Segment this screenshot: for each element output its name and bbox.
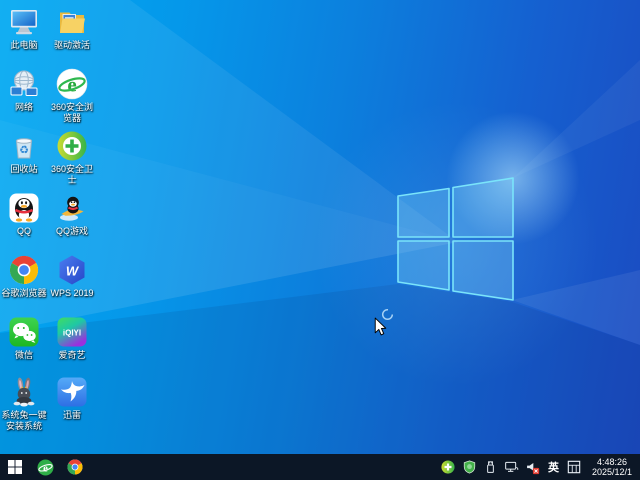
desktop-icon-qq-games[interactable]: QQ游戏	[48, 192, 96, 237]
desktop-icon-label: QQ游戏	[55, 226, 88, 236]
tray-usb-device[interactable]	[482, 456, 499, 478]
system-tray: 英 4:48:26 2025/12/1	[440, 454, 640, 480]
ime-language-indicator[interactable]: 英	[545, 459, 562, 475]
tray-volume-muted[interactable]	[524, 456, 541, 478]
desktop-icon-label: 网络	[14, 102, 33, 112]
360-browser-icon: e	[56, 68, 88, 100]
tray-security-shield[interactable]	[461, 456, 478, 478]
network-display-icon	[505, 461, 519, 472]
desktop-icon-iqiyi[interactable]: iQIYI 爱奇艺	[48, 316, 96, 361]
desktop-icon-system-rabbit[interactable]: 系统兔一键安装系统	[0, 376, 48, 432]
desktop-icon-label: 回收站	[10, 164, 38, 174]
taskbar-clock[interactable]: 4:48:26 2025/12/1	[587, 457, 637, 478]
qq-games-icon	[56, 192, 88, 224]
driver-activation-folder-icon	[56, 6, 88, 38]
desktop-icon-label: 360安全浏览器	[50, 102, 94, 123]
usb-icon	[487, 460, 494, 473]
desktop-icon-qq[interactable]: QQ	[0, 192, 48, 237]
desktop-icon-label: 此电脑	[10, 40, 38, 50]
wallpaper	[0, 0, 640, 480]
desktop-icon-label: 系统兔一键安装系统	[1, 410, 47, 431]
wechat-icon	[8, 316, 40, 348]
qq-penguin-icon	[8, 192, 40, 224]
desktop-icon-label: 谷歌浏览器	[1, 288, 47, 298]
svg-text:e: e	[67, 73, 76, 97]
iqiyi-icon: iQIYI	[56, 316, 88, 348]
ime-grid-icon	[568, 460, 581, 474]
this-pc-icon	[8, 6, 40, 38]
desktop-icon-xunlei[interactable]: 迅雷	[48, 376, 96, 421]
chrome-icon	[67, 459, 83, 475]
desktop-icon-360-safety-guard[interactable]: 360安全卫士	[48, 130, 96, 186]
taskbar-chrome-button[interactable]	[60, 454, 90, 480]
recycle-bin-icon: ♻	[8, 130, 40, 162]
mouse-cursor	[374, 317, 387, 336]
start-button[interactable]	[0, 454, 30, 480]
tray-360-safety-guard[interactable]	[440, 456, 457, 478]
speaker-mute-icon	[527, 462, 540, 474]
svg-text:iQIYI: iQIYI	[63, 329, 81, 338]
desktop-icon-recycle-bin[interactable]: ♻ 回收站	[0, 130, 48, 175]
taskbar-360-browser-button[interactable]: e	[30, 454, 60, 480]
chrome-icon	[8, 254, 40, 286]
desktop-icon-label: 迅雷	[62, 410, 81, 420]
360-safety-guard-icon	[441, 460, 456, 474]
desktop-icon-label: 驱动激活	[53, 40, 90, 50]
network-globe-icon	[8, 68, 40, 100]
desktop-icon-label: 微信	[14, 350, 33, 360]
ime-mode-button[interactable]	[566, 456, 583, 478]
tray-network[interactable]	[503, 456, 520, 478]
desktop-icon-label: QQ	[16, 226, 31, 236]
svg-text:♻: ♻	[19, 145, 29, 157]
desktop-icon-label: 爱奇艺	[58, 350, 86, 360]
desktop-icon-network[interactable]: 网络	[0, 68, 48, 113]
shield-icon	[463, 460, 476, 474]
desktop-icon-chrome[interactable]: 谷歌浏览器	[0, 254, 48, 299]
360-browser-icon: e	[37, 459, 53, 475]
windows-desktop: 此电脑 驱动激活 网络 e 360安全浏览器 ♻ 回收站 360安全卫士 QQ …	[0, 0, 640, 480]
360-safety-guard-icon	[56, 130, 88, 162]
wps-2019-icon: W	[56, 254, 88, 286]
desktop-icon-label: WPS 2019	[50, 288, 94, 298]
desktop-icon-this-pc[interactable]: 此电脑	[0, 6, 48, 51]
taskbar: e 英 4:48:26 2025/12/1	[0, 454, 640, 480]
desktop-icon-wechat[interactable]: 微信	[0, 316, 48, 361]
desktop-icon-wps[interactable]: W WPS 2019	[48, 254, 96, 299]
desktop-icon-driver-activation[interactable]: 驱动激活	[48, 6, 96, 51]
xunlei-bird-icon	[56, 376, 88, 408]
windows-logo-wallpaper	[397, 177, 514, 301]
system-rabbit-icon	[8, 376, 40, 408]
windows-start-icon	[8, 460, 22, 474]
desktop-icon-label: 360安全卫士	[50, 164, 94, 185]
desktop-icon-360-browser[interactable]: e 360安全浏览器	[48, 68, 96, 124]
svg-text:W: W	[66, 264, 80, 279]
clock-time: 4:48:26	[596, 456, 627, 467]
clock-date: 2025/12/1	[591, 467, 632, 477]
